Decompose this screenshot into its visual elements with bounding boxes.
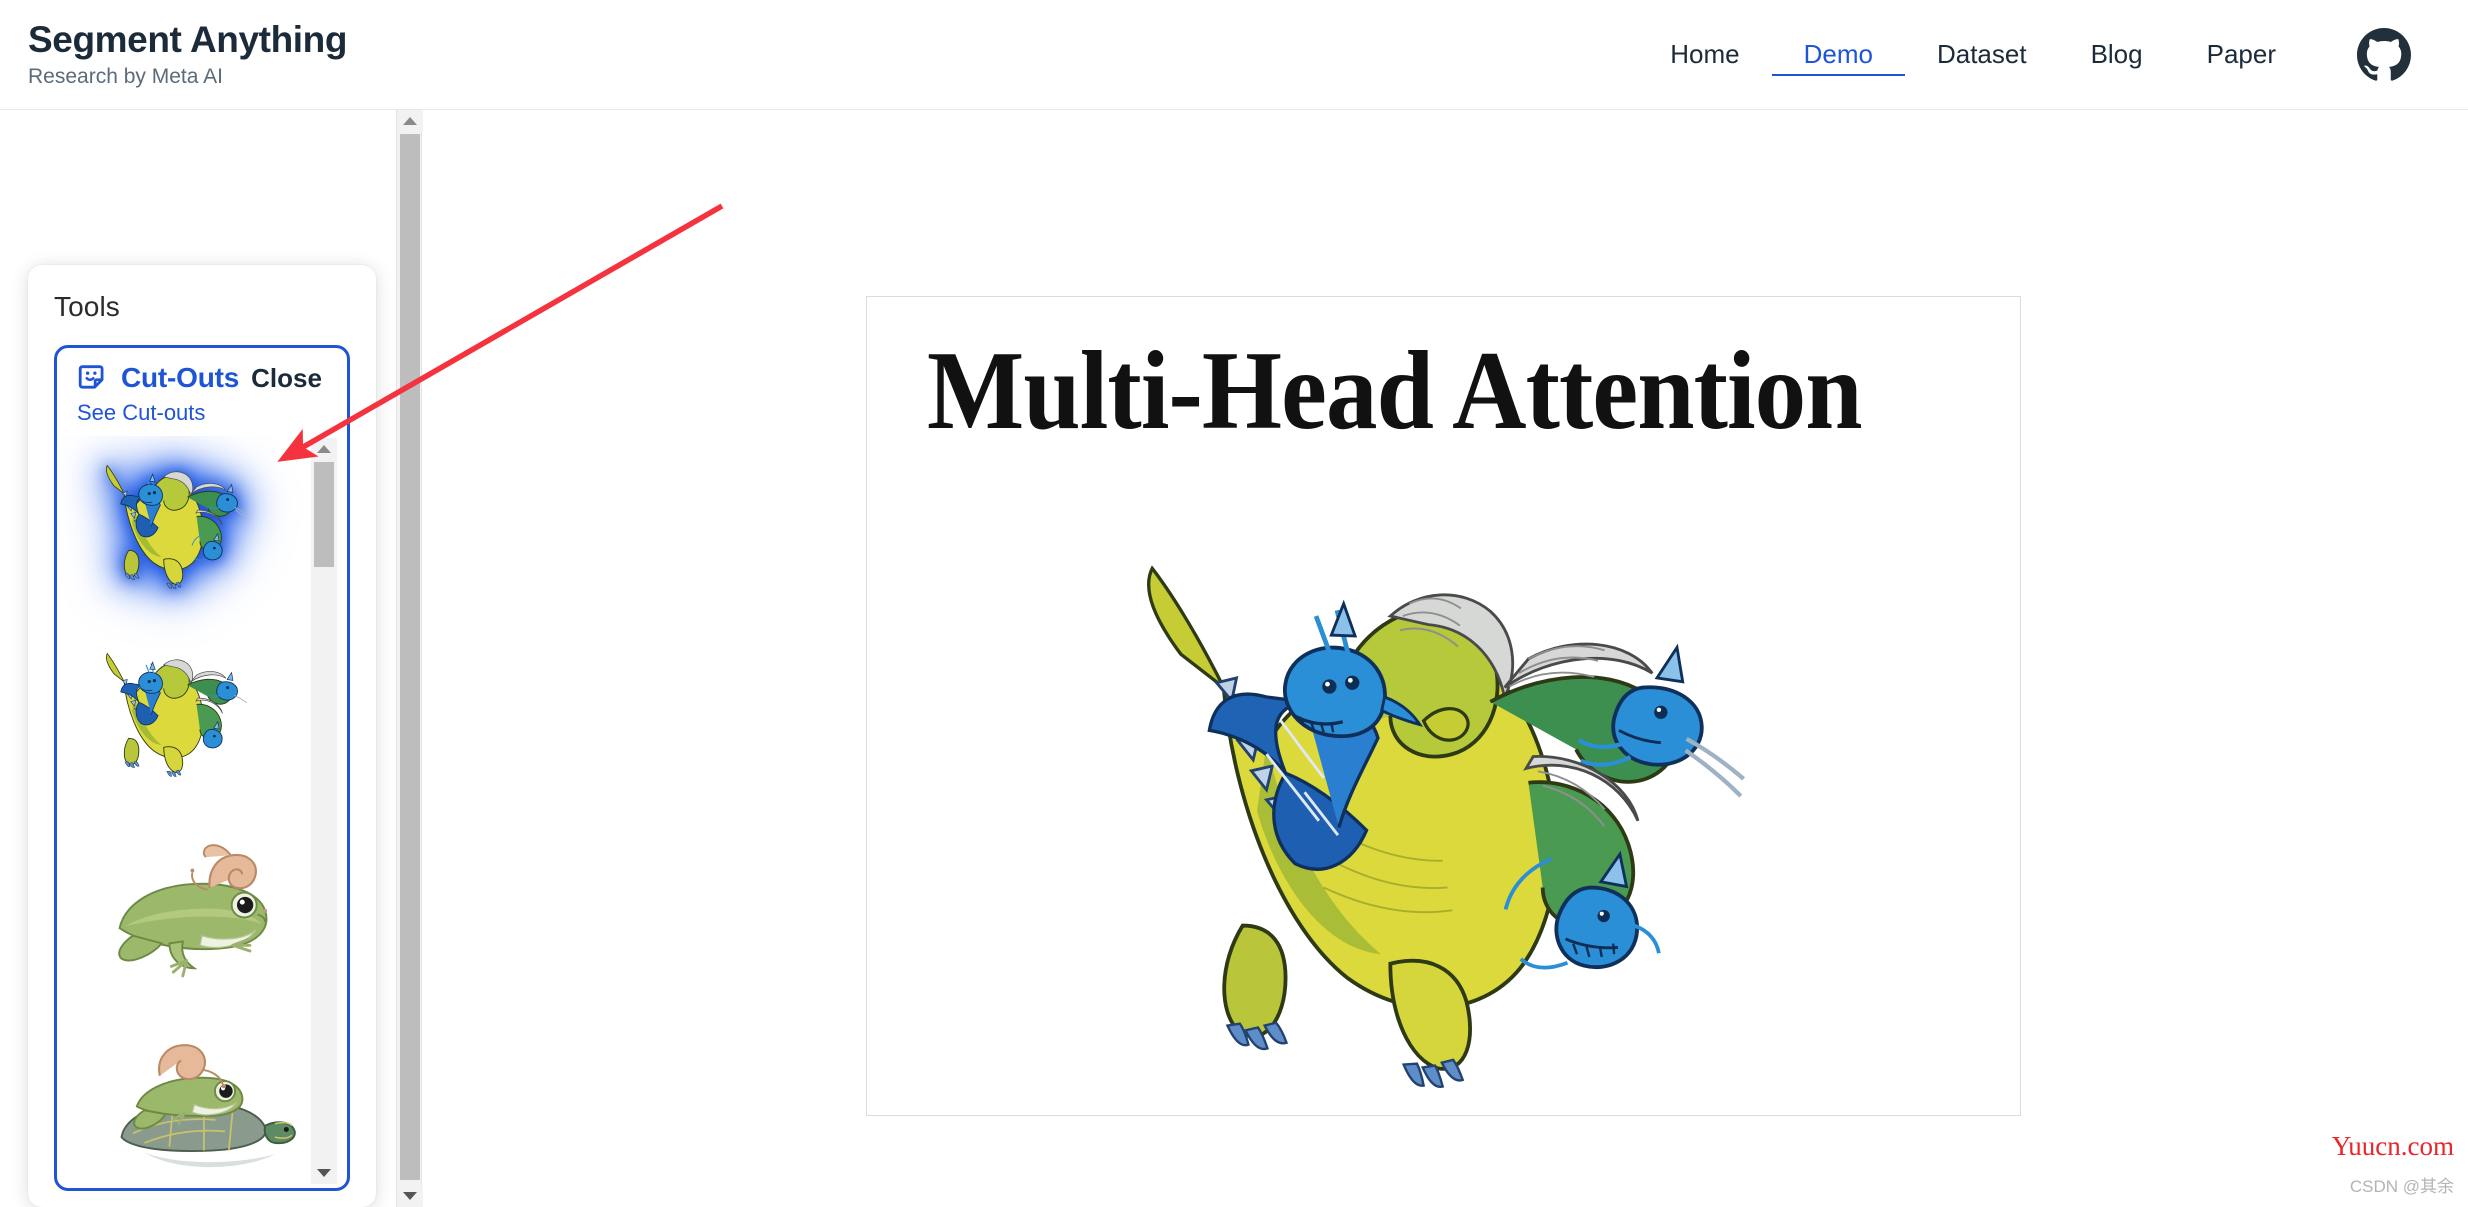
chevron-down-icon bbox=[317, 1169, 331, 1177]
thumbnail-scrollbar-up-arrow[interactable] bbox=[311, 438, 337, 460]
three-headed-hydra-cutout-art bbox=[105, 464, 248, 589]
cutout-thumbnail-frog-turtle[interactable] bbox=[87, 1000, 317, 1188]
nav-item-blog[interactable]: Blog bbox=[2059, 33, 2175, 76]
cutouts-header: Cut-Outs Close bbox=[57, 362, 347, 394]
thumbnail-list-scrollbar[interactable] bbox=[311, 438, 337, 1184]
cutouts-card: Cut-Outs Close See Cut-outs bbox=[54, 345, 350, 1191]
nav-item-home[interactable]: Home bbox=[1638, 33, 1771, 76]
frog-on-turtle-cutout-art bbox=[120, 1044, 296, 1168]
brand-title: Segment Anything bbox=[28, 18, 348, 60]
github-icon[interactable] bbox=[2356, 27, 2412, 83]
see-cutouts-link[interactable]: See Cut-outs bbox=[57, 394, 347, 426]
cutout-thumbnail-column bbox=[57, 436, 347, 1188]
watermark-site: Yuucn.com bbox=[2331, 1131, 2454, 1162]
page-scrollbar[interactable] bbox=[396, 110, 423, 1207]
brand[interactable]: Segment Anything Research by Meta AI bbox=[28, 19, 347, 91]
image-canvas[interactable]: Multi-Head Attention bbox=[866, 296, 2021, 1116]
thumbnail-scrollbar-thumb[interactable] bbox=[314, 462, 334, 567]
watermark: Yuucn.com CSDN @其余 bbox=[2332, 1130, 2454, 1197]
page-scrollbar-down-arrow[interactable] bbox=[397, 1185, 423, 1207]
tools-panel-heading: Tools bbox=[54, 291, 120, 322]
tools-panel: Tools Cut-Outs Close See Cut-outs bbox=[28, 265, 376, 1207]
cutouts-title: Cut-Outs bbox=[121, 362, 240, 393]
cutout-thumbnail-hydra-selected[interactable] bbox=[87, 436, 317, 624]
sticker-face-icon bbox=[77, 362, 109, 394]
image-title-text: Multi-Head Attention bbox=[927, 329, 1863, 453]
nav-item-dataset[interactable]: Dataset bbox=[1905, 33, 2059, 76]
cutout-thumbnail-hydra[interactable] bbox=[87, 624, 317, 812]
watermark-credit: CSDN @其余 bbox=[2349, 1176, 2454, 1196]
brand-subtitle: Research by Meta AI bbox=[28, 65, 223, 89]
main-navigation: Home Demo Dataset Blog Paper bbox=[1638, 27, 2412, 83]
three-headed-hydra-illustration bbox=[1147, 565, 1746, 1089]
cutout-thumbnail-list bbox=[57, 436, 347, 1188]
cutouts-close-button[interactable]: Close bbox=[251, 363, 328, 394]
chevron-up-icon bbox=[317, 445, 331, 453]
thumbnail-scrollbar-down-arrow[interactable] bbox=[311, 1162, 337, 1184]
nav-item-paper[interactable]: Paper bbox=[2175, 33, 2308, 76]
frog-with-snail-cutout-art bbox=[118, 844, 268, 978]
demo-page: Segment Anything Research by Meta AI Hom… bbox=[0, 0, 2468, 1207]
chevron-down-icon bbox=[403, 1192, 417, 1200]
page-scrollbar-thumb[interactable] bbox=[400, 134, 420, 1180]
site-header: Segment Anything Research by Meta AI Hom… bbox=[0, 0, 2468, 110]
three-headed-hydra-cutout-art bbox=[105, 652, 248, 777]
cutout-thumbnail-frog-snail[interactable] bbox=[87, 812, 317, 1000]
nav-item-demo[interactable]: Demo bbox=[1771, 33, 1905, 76]
chevron-up-icon bbox=[403, 117, 417, 125]
page-scrollbar-up-arrow[interactable] bbox=[397, 110, 423, 132]
